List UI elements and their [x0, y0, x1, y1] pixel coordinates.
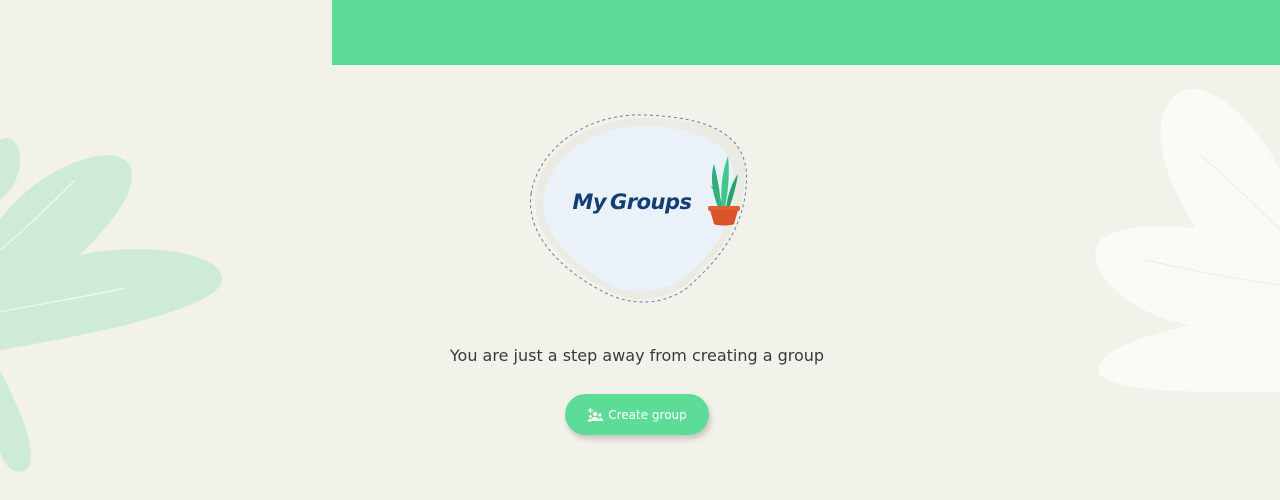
add-group-icon: [587, 407, 604, 421]
logo-word-groups: Groups: [610, 190, 692, 214]
empty-state-message: You are just a step away from creating a…: [449, 346, 825, 365]
logo-word-my: My: [572, 190, 607, 214]
my-groups-illustration: My Groups: [522, 112, 754, 308]
left-leaf-decoration: [0, 138, 223, 472]
create-group-label: Create group: [608, 407, 687, 422]
top-banner: [332, 0, 1280, 65]
potted-plant-icon: [708, 156, 740, 226]
create-group-button[interactable]: Create group: [565, 394, 709, 435]
